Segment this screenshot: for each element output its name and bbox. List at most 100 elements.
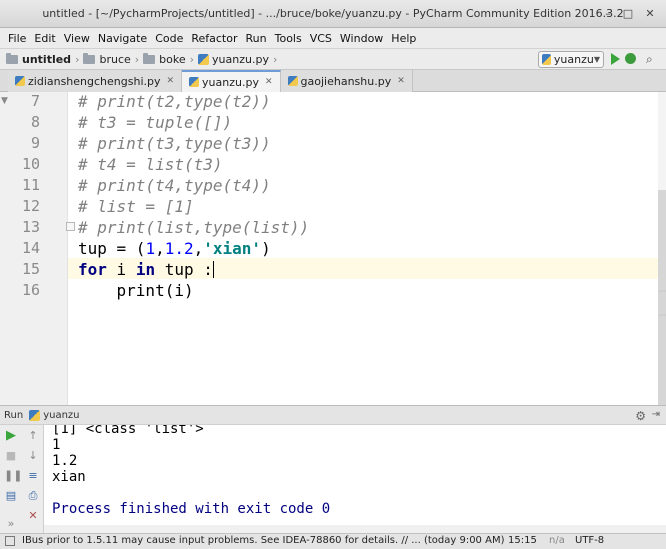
breadcrumb-label: bruce (99, 52, 131, 66)
breadcrumb-file[interactable]: yuanzu.py › (198, 53, 277, 66)
file-encoding[interactable]: UTF-8 (575, 535, 604, 546)
error-stripe-marker[interactable] (658, 314, 666, 316)
code-line: # t4 = list(t3) (78, 155, 223, 174)
code-line: # list = [1] (78, 197, 194, 216)
window-title: untitled - [~/PycharmProjects/untitled] … (42, 7, 624, 20)
text-caret (212, 261, 214, 278)
close-icon[interactable]: ✕ (397, 76, 405, 86)
debug-icon[interactable] (625, 53, 636, 64)
code-line: # print(t3,type(t3)) (78, 134, 271, 153)
console-horizontal-scrollbar[interactable] (44, 525, 666, 533)
breadcrumb-label: untitled (22, 52, 72, 66)
code-line: print(i) (78, 281, 194, 300)
run-config-label: yuanzu (553, 53, 594, 66)
menu-navigate[interactable]: Navigate (94, 32, 151, 45)
python-file-icon (198, 53, 210, 65)
console-line: xian (52, 469, 86, 485)
python-file-icon (542, 54, 551, 65)
editor-vertical-scrollbar[interactable] (658, 92, 666, 405)
editor-tabs: zidianshengchengshi.py ✕ yuanzu.py ✕ gao… (0, 70, 666, 92)
menu-view[interactable]: View (60, 32, 94, 45)
code-token: i (106, 260, 136, 279)
python-file-icon (287, 76, 298, 86)
python-file-icon (29, 409, 41, 421)
console-line: 1.2 (52, 453, 78, 469)
menu-run[interactable]: Run (242, 32, 271, 45)
clear-icon[interactable]: ✕ (26, 509, 40, 523)
code-token: tup : (155, 260, 213, 279)
pause-icon[interactable]: ❚❚ (4, 469, 22, 483)
folder-icon (143, 52, 156, 64)
code-line: # t3 = tuple([]) (78, 113, 233, 132)
tab-label: zidianshengchengshi.py (28, 74, 161, 88)
line-number: 14 (21, 239, 40, 257)
run-config-tab[interactable]: yuanzu (29, 409, 80, 421)
run-configuration-select[interactable]: yuanzu ▼ (538, 51, 604, 68)
python-file-icon (15, 76, 25, 86)
stop-icon[interactable]: ■ (4, 449, 18, 463)
code-token: tup = ( (78, 239, 146, 258)
gear-icon[interactable]: ⚙ (635, 409, 646, 423)
breadcrumb-label: yuanzu.py (212, 52, 269, 66)
chevron-right-icon: › (189, 52, 195, 66)
breadcrumb-label: boke (159, 52, 186, 66)
fold-marker-icon[interactable] (66, 222, 75, 231)
menu-tools[interactable]: Tools (271, 32, 306, 45)
print-icon[interactable]: ⎙ (26, 489, 40, 503)
hide-panel-icon[interactable]: ⇥ (652, 409, 660, 420)
code-token: , (155, 239, 165, 258)
maximize-button[interactable]: □ (620, 6, 636, 22)
tab-zidianshengchengshi[interactable]: zidianshengchengshi.py ✕ (8, 70, 183, 92)
console-output[interactable]: [1] <class 'list'> 1 1.2 xian Process fi… (44, 425, 666, 533)
tab-gaojiehanshu[interactable]: gaojiehanshu.py ✕ (280, 70, 413, 92)
code-line-current: for i in tup : (78, 260, 214, 279)
menu-code[interactable]: Code (151, 32, 187, 45)
code-token: for (78, 260, 107, 279)
search-icon[interactable]: ⌕ (646, 52, 660, 66)
code-editor[interactable]: ▼ 7 8 9 10 11 12 13 14 15 16 # print(t2,… (0, 92, 666, 405)
close-button[interactable]: ✕ (642, 6, 658, 22)
menu-edit[interactable]: Edit (30, 32, 59, 45)
line-number: 11 (21, 176, 40, 194)
navigation-bar: untitled › bruce › boke › yuanzu.py › yu… (0, 48, 666, 70)
menu-window[interactable]: Window (336, 32, 387, 45)
tool-windows-icon[interactable] (5, 536, 15, 546)
menu-file[interactable]: File (4, 32, 30, 45)
folder-icon (6, 52, 18, 64)
line-number: 10 (21, 155, 40, 173)
caret-position[interactable]: 15:15 (508, 535, 537, 546)
code-line: # print(t4,type(t4)) (78, 176, 271, 195)
run-toolbar: ▶ ↑ ■ ↓ ❚❚ ≡ ▤ ⎙ ✕ » (0, 425, 44, 533)
tab-yuanzu[interactable]: yuanzu.py ✕ (182, 70, 281, 92)
code-token: 'xian' (203, 239, 262, 258)
error-stripe-marker[interactable] (658, 290, 666, 292)
status-message[interactable]: IBus prior to 1.5.11 may cause input pro… (22, 535, 504, 546)
rerun-icon[interactable]: ▶ (4, 429, 18, 443)
menu-help[interactable]: Help (387, 32, 420, 45)
code-line: # print(t2,type(t2)) (78, 92, 271, 111)
console-line: Process finished with exit code 0 (52, 501, 331, 517)
line-separator-indicator[interactable]: n/a (549, 535, 565, 546)
minimize-button[interactable]: – (600, 6, 616, 22)
scrollbar-thumb[interactable] (658, 190, 666, 405)
more-icon[interactable]: » (4, 517, 18, 531)
breadcrumb-project[interactable]: untitled › (6, 52, 80, 66)
breadcrumb-bruce[interactable]: bruce › (83, 52, 139, 66)
down-arrow-icon[interactable]: ↓ (26, 449, 40, 463)
soft-wrap-icon[interactable]: ≡ (26, 469, 40, 483)
close-icon[interactable]: ✕ (265, 77, 273, 87)
run-icon[interactable] (611, 53, 620, 65)
chevron-right-icon: › (75, 52, 80, 66)
breadcrumb-boke[interactable]: boke › (143, 52, 195, 66)
chevron-down-icon: ▼ (593, 55, 600, 64)
layout-icon[interactable]: ▤ (4, 489, 18, 503)
up-arrow-icon[interactable]: ↑ (26, 429, 40, 443)
line-number: 9 (30, 134, 40, 152)
close-icon[interactable]: ✕ (167, 76, 175, 86)
python-file-icon (189, 77, 200, 87)
menu-refactor[interactable]: Refactor (187, 32, 241, 45)
tab-label: gaojiehanshu.py (300, 74, 392, 88)
menu-vcs[interactable]: VCS (306, 32, 336, 45)
title-bar: untitled - [~/PycharmProjects/untitled] … (0, 0, 666, 28)
chevron-right-icon: › (272, 52, 278, 66)
